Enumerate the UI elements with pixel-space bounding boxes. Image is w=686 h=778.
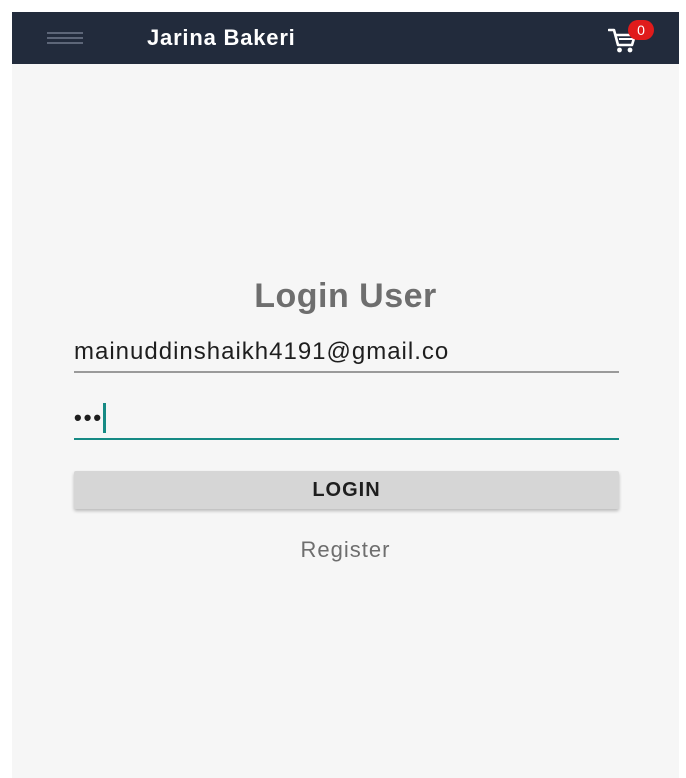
cart-count-badge: 0 [628, 20, 654, 40]
menu-line [47, 37, 83, 39]
app-bar: Jarina Bakeri 0 [12, 12, 679, 64]
menu-line [47, 42, 83, 44]
email-field[interactable]: mainuddinshaikh4191@gmail.co [74, 337, 619, 373]
app-title: Jarina Bakeri [147, 25, 296, 50]
app-screen: Jarina Bakeri 0 Login User mainuddinshai… [12, 12, 679, 778]
login-heading: Login User [254, 277, 437, 315]
login-button[interactable]: LOGIN [74, 471, 619, 509]
password-mask: ••• [74, 405, 104, 430]
register-link[interactable]: Register [12, 535, 679, 565]
cart-button[interactable]: 0 [606, 18, 662, 58]
text-caret [103, 403, 107, 433]
menu-line [47, 32, 83, 34]
hamburger-menu-icon[interactable] [47, 29, 83, 47]
password-field[interactable]: ••• [74, 400, 619, 440]
